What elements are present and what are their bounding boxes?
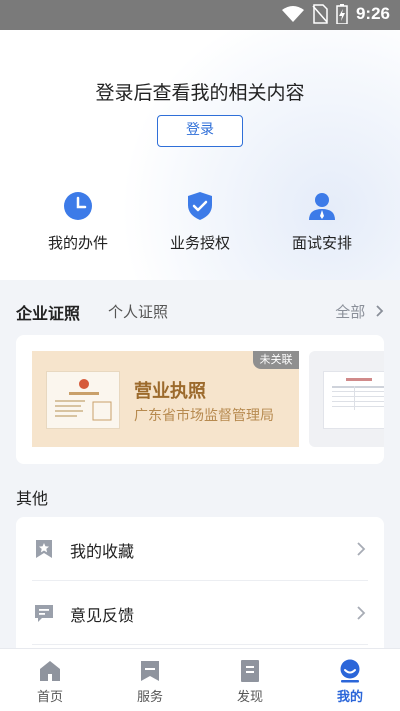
divider [32, 644, 368, 645]
profile-icon [340, 659, 360, 683]
license-document-icon [55, 379, 112, 421]
tab-label: 首页 [36, 690, 63, 705]
login-button[interactable]: 登录 [157, 115, 243, 147]
login-panel: 登录后查看我的相关内容 登录 我的办件 业务授权 面试安排 [0, 30, 400, 280]
license-issuer: 广东省市场监督管理局 [134, 408, 274, 424]
shortcut-my-cases[interactable]: 我的办件 [28, 190, 128, 253]
chevron-right-icon [376, 305, 384, 317]
certificate-document-icon [332, 378, 384, 410]
shortcut-business-auth[interactable]: 业务授权 [150, 190, 250, 253]
tab-enterprise-certificates[interactable]: 企业证照 [16, 300, 80, 324]
clock-icon [64, 192, 92, 220]
tab-label: 发现 [236, 690, 263, 705]
person-icon [309, 193, 335, 220]
status-time: 9:26 [355, 4, 390, 23]
certificate-carousel: 营业执照 广东省市场监督管理局 未关联 [16, 335, 384, 464]
bookmark-star-icon [36, 540, 52, 558]
view-all-link[interactable]: 全部 [335, 301, 384, 322]
tab-discover[interactable]: 发现 [200, 649, 300, 711]
shortcut-interview[interactable]: 面试安排 [272, 190, 372, 253]
section-title-other: 其他 [16, 489, 49, 508]
wifi-icon [281, 6, 304, 22]
chevron-right-icon [357, 542, 366, 556]
chevron-right-icon [357, 606, 366, 620]
shortcut-label: 我的办件 [47, 234, 108, 252]
tab-label: 服务 [136, 690, 163, 705]
menu-item-label: 意见反馈 [70, 606, 135, 625]
tab-label: 我的 [336, 690, 363, 705]
home-icon [40, 661, 60, 681]
shield-check-icon [188, 192, 212, 220]
battery-charging-icon [336, 4, 348, 24]
tab-home[interactable]: 首页 [0, 649, 100, 711]
business-license-card[interactable]: 营业执照 广东省市场监督管理局 未关联 [32, 351, 299, 447]
discover-icon [241, 660, 259, 682]
menu-item-feedback[interactable]: 意见反馈 [16, 581, 384, 645]
menu-item-label: 我的收藏 [70, 542, 135, 561]
shortcut-label: 业务授权 [169, 234, 230, 252]
view-all-label: 全部 [335, 303, 366, 321]
tab-service[interactable]: 服务 [100, 649, 200, 711]
status-bar: 9:26 [0, 0, 400, 30]
feedback-icon [35, 605, 53, 622]
no-sim-icon [312, 4, 328, 24]
bottom-tab-bar: 首页 服务 发现 我的 [0, 648, 400, 711]
next-certificate-card[interactable] [309, 351, 384, 447]
menu-item-favorites[interactable]: 我的收藏 [16, 517, 384, 581]
license-thumbnail [46, 371, 120, 429]
status-badge: 未关联 [253, 351, 299, 369]
certificate-thumbnail [323, 371, 384, 429]
tab-profile[interactable]: 我的 [300, 649, 400, 711]
login-prompt: 登录后查看我的相关内容 [95, 82, 305, 104]
license-name: 营业执照 [134, 381, 206, 402]
service-icon [141, 661, 159, 681]
tab-personal-certificates[interactable]: 个人证照 [108, 301, 168, 322]
shortcut-label: 面试安排 [291, 234, 352, 252]
certificate-tabs: 企业证照 个人证照 全部 [16, 300, 384, 324]
